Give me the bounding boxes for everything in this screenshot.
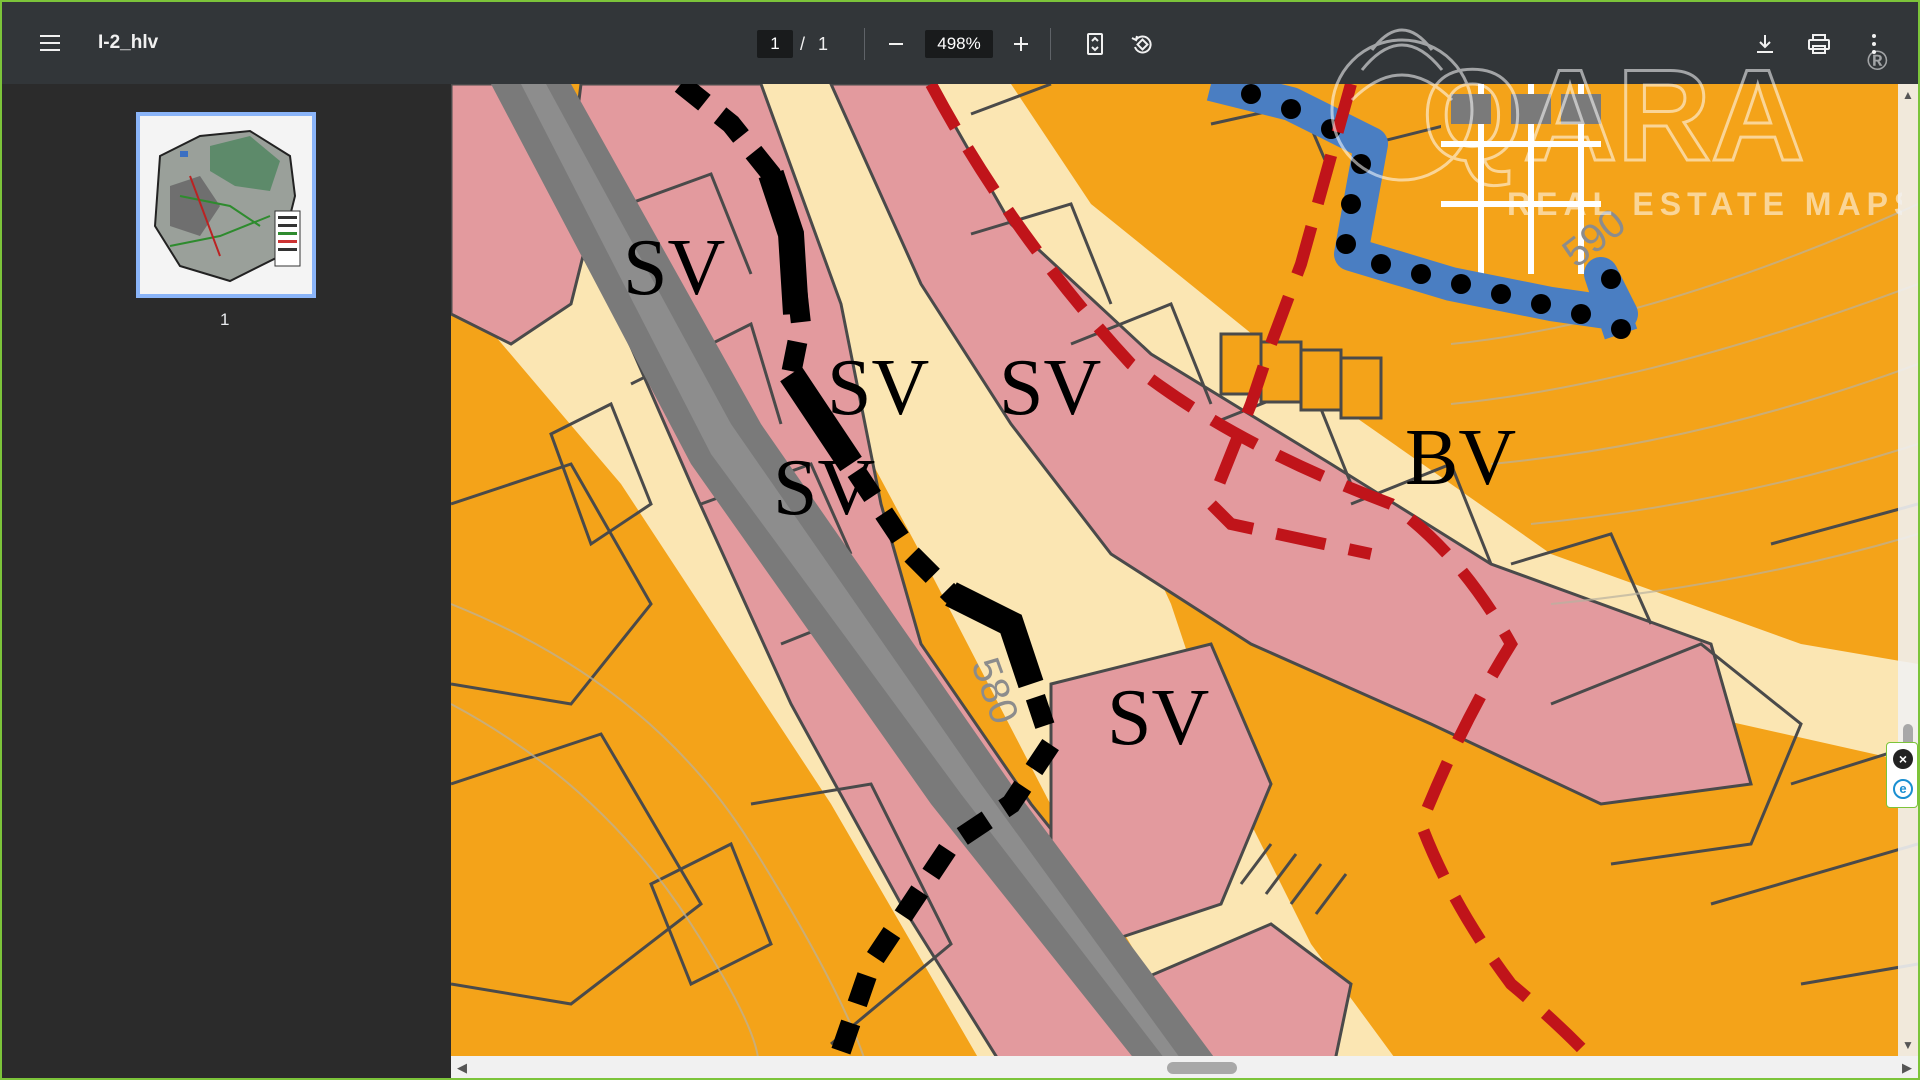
extension-widget: × e bbox=[1886, 742, 1918, 808]
close-icon[interactable]: × bbox=[1893, 749, 1913, 769]
vertical-scrollbar[interactable]: ▲ ▼ bbox=[1898, 84, 1918, 1056]
scroll-up-arrow-icon[interactable]: ▲ bbox=[1902, 88, 1914, 102]
zone-label-sv: SV bbox=[773, 444, 875, 532]
more-vertical-icon bbox=[1872, 34, 1876, 54]
zoom-out-button[interactable] bbox=[876, 24, 916, 64]
minus-icon bbox=[889, 43, 903, 45]
page-thumbnail[interactable] bbox=[136, 112, 316, 298]
scroll-down-arrow-icon[interactable]: ▼ bbox=[1902, 1038, 1914, 1052]
zoning-map: SV SV SV SV SV BV 580 590 bbox=[451, 84, 1918, 1078]
zoom-in-button[interactable] bbox=[1001, 24, 1041, 64]
thumbnail-map-image bbox=[140, 116, 312, 294]
more-options-button[interactable] bbox=[1854, 24, 1894, 64]
plus-icon bbox=[1014, 37, 1028, 51]
zone-label-sv: SV bbox=[827, 344, 929, 432]
pdf-viewer-canvas[interactable]: SV SV SV SV SV BV 580 590 bbox=[451, 84, 1918, 1078]
zone-label-bv: BV bbox=[1405, 414, 1516, 502]
rotate-icon bbox=[1131, 35, 1152, 54]
thumbnail-page-label: 1 bbox=[220, 310, 230, 329]
print-button[interactable] bbox=[1799, 24, 1839, 64]
page-number-input[interactable]: 1 bbox=[757, 30, 793, 58]
hamburger-icon bbox=[40, 35, 60, 51]
horizontal-scrollbar[interactable]: ◀ ▶ bbox=[451, 1056, 1918, 1078]
rotate-button[interactable] bbox=[1122, 24, 1162, 64]
zone-label-sv: SV bbox=[1107, 674, 1209, 762]
extension-e-icon[interactable]: e bbox=[1893, 779, 1913, 799]
print-icon bbox=[1808, 34, 1830, 54]
zone-label-sv: SV bbox=[999, 344, 1101, 432]
horizontal-scroll-thumb[interactable] bbox=[1167, 1062, 1237, 1074]
toolbar-divider bbox=[1050, 28, 1051, 60]
page-separator: / bbox=[800, 34, 806, 54]
page-total: 1 bbox=[818, 34, 829, 54]
download-icon bbox=[1757, 35, 1773, 53]
document-title: I-2_hlv bbox=[98, 32, 159, 53]
scroll-right-arrow-icon[interactable]: ▶ bbox=[1902, 1060, 1912, 1076]
browser-frame: I-2_hlv 1 / 1 498% 1 SV SV SV SV SV BV 5… bbox=[0, 0, 1920, 1080]
zoom-level-input[interactable]: 498% bbox=[925, 30, 993, 58]
fit-to-page-icon bbox=[1087, 33, 1103, 55]
fit-page-button[interactable] bbox=[1075, 24, 1115, 64]
zone-label-sv: SV bbox=[623, 224, 725, 312]
menu-button[interactable] bbox=[30, 23, 70, 63]
pdf-toolbar: I-2_hlv 1 / 1 498% bbox=[2, 2, 1918, 84]
scroll-left-arrow-icon[interactable]: ◀ bbox=[457, 1060, 467, 1076]
thumbnail-sidebar: 1 bbox=[2, 84, 451, 1078]
toolbar-divider bbox=[864, 28, 865, 60]
download-button[interactable] bbox=[1745, 24, 1785, 64]
